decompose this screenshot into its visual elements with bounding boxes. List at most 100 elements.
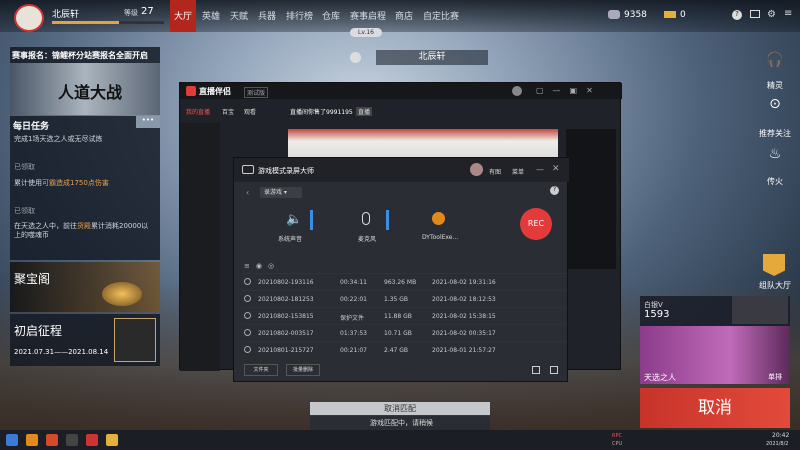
app-source-icon (432, 212, 445, 225)
recorder-tool-2[interactable]: 菜单 (512, 167, 524, 176)
tab-lobby[interactable]: 大厅 (174, 9, 192, 22)
right-item-spirit[interactable]: 精灵 (752, 80, 798, 91)
taskbar (0, 430, 800, 450)
tray-sys: CPU (612, 441, 623, 447)
streamer-app-name: 直播伴侣 (199, 87, 231, 96)
streamer-window-controls[interactable]: ▢—▣✕ (536, 86, 602, 95)
recording-row[interactable]: 20210802-181253 00:22:01 1.35 GB 2021-08-02… (242, 290, 567, 307)
windows-start-icon[interactable] (6, 434, 18, 446)
first-journey-panel[interactable]: 初启征程 2021.07.31——2021.08.14 (10, 314, 160, 366)
streamer-logo-icon (186, 86, 196, 96)
recorder-title: 游戏模式录屏大师 (258, 167, 314, 175)
streamer-tab-3[interactable]: 观看 (244, 107, 256, 116)
audio-label-mic: 麦克风 (358, 236, 377, 243)
bow-icon (114, 318, 156, 362)
tab-shop[interactable]: 商店 (395, 9, 413, 22)
cancel-match-button[interactable]: 取消匹配 (310, 402, 490, 415)
preview-frame (288, 129, 558, 159)
back-icon[interactable]: ‹ (246, 188, 249, 197)
level-label: 等级 (124, 9, 138, 17)
gear-icon[interactable]: ⚙ (767, 9, 776, 20)
row-radio[interactable] (244, 329, 251, 336)
currency-1: 9358 (624, 10, 647, 20)
username: 北辰轩 (52, 10, 80, 20)
streamer-badge: 测试版 (244, 87, 269, 98)
exp-bar (52, 21, 164, 24)
event-banner[interactable]: 赛事报名：锦鲤杯分站赛报名全面开启 人道大战 (10, 47, 160, 115)
help-icon[interactable]: ? (732, 10, 742, 20)
tab-warehouse[interactable]: 仓库 (322, 9, 340, 22)
open-folder-button[interactable]: 文件夹 (244, 364, 278, 376)
camera-icon (242, 165, 254, 174)
export-icon[interactable] (550, 366, 558, 374)
fire-icon[interactable]: ♨ (760, 146, 790, 162)
right-item-recommend[interactable]: 推荐关注 (752, 128, 798, 139)
taskbar-app-1-icon[interactable] (26, 434, 38, 446)
recorder-user-avatar[interactable] (470, 163, 483, 176)
close-icon[interactable]: ✕ (552, 164, 560, 174)
help-circle-icon[interactable]: ? (550, 186, 559, 195)
row-radio[interactable] (244, 346, 251, 353)
streamer-tab-1[interactable]: 我的直播 (186, 107, 210, 116)
level-value: 27 (141, 6, 154, 17)
task-2-text: 累计使用可霸造成1750点伤害 (14, 179, 109, 187)
menu-icon[interactable]: ≡ (784, 8, 792, 19)
streamer-user-avatar[interactable] (512, 86, 522, 96)
row-radio[interactable] (244, 278, 251, 285)
event-brand: 人道大战 (58, 83, 123, 102)
tab-weapon[interactable]: 兵器 (258, 9, 276, 22)
taskbar-app-4-icon[interactable] (106, 434, 118, 446)
jubao-panel[interactable]: 聚宝阁 (10, 262, 160, 312)
currency-2: 0 (680, 10, 686, 20)
journey-dates: 2021.07.31——2021.08.14 (14, 348, 109, 356)
speaker-level[interactable] (310, 210, 313, 230)
mode-type: 单排 (768, 373, 782, 381)
recommend-icon[interactable]: ⊙ (760, 96, 790, 112)
mic-level[interactable] (386, 210, 389, 230)
top-bar: 北辰轩 等级 27 大厅 英雄 天赋 兵器 排行榜 仓库 赛事启程 商店 自定比… (0, 0, 800, 32)
matching-text: 游戏匹配中，请稍候 (370, 419, 433, 427)
taskbar-app-3-icon[interactable] (86, 434, 98, 446)
refresh-icon[interactable] (350, 52, 361, 63)
player-avatar[interactable] (14, 4, 44, 32)
more-button[interactable]: ••• (136, 116, 160, 128)
event-title: 赛事报名：锦鲤杯分站赛报名全面开启 (12, 51, 148, 60)
task-1-text: 完成1场天选之人或无尽试炼 (14, 135, 103, 143)
tab-ranking[interactable]: 排行榜 (286, 9, 313, 22)
recording-row[interactable]: 20210801-215727 00:21:07 2.47 GB 2021-08-01… (242, 341, 567, 358)
minimize-icon[interactable]: — (536, 165, 544, 174)
jubao-title: 聚宝阁 (14, 272, 51, 286)
headset-icon[interactable]: 🎧 (760, 52, 790, 68)
row-radio[interactable] (244, 312, 251, 319)
tab-talent[interactable]: 天赋 (230, 9, 248, 22)
center-player-name: 北辰轩 (376, 50, 488, 65)
tab-events[interactable]: 赛事启程 (350, 9, 386, 22)
clock-time: 20:42 (772, 432, 790, 439)
row-radio[interactable] (244, 295, 251, 302)
recording-row[interactable]: 20210802-153815 保护文件 11.88 GB 2021-08-02 15… (242, 307, 567, 324)
clock-date: 2021/8/2 (766, 441, 789, 447)
streamer-tab-2[interactable]: 百宝 (222, 107, 234, 116)
rec-button[interactable]: REC (520, 208, 552, 240)
match-status-bar: 游戏匹配中，请稍候 (310, 416, 490, 430)
tab-hero[interactable]: 英雄 (202, 9, 220, 22)
gold-icon (664, 11, 676, 18)
mail-icon[interactable] (750, 10, 760, 18)
right-item-team[interactable]: 组队大厅 (752, 280, 798, 291)
task-2-state: 已领取 (14, 207, 35, 215)
tray-net: RPC (612, 433, 622, 439)
taskbar-camera-icon[interactable] (66, 434, 78, 446)
recording-row[interactable]: 20210802-193116 00:34:11 963.26 MB 2021-08-… (242, 273, 567, 290)
taskbar-app-2-icon[interactable] (46, 434, 58, 446)
right-item-fire[interactable]: 传火 (752, 176, 798, 187)
rank-card[interactable]: 白银V 1593 天选之人 单排 (640, 296, 790, 384)
tab-custom-match[interactable]: 自定比赛 (423, 9, 459, 22)
recording-row[interactable]: 20210802-003517 01:37:53 10.71 GB 2021-08-0… (242, 324, 567, 341)
mode-select[interactable]: 录游戏 ▾ (260, 187, 302, 198)
streamer-sidebar (180, 123, 220, 371)
batch-delete-button[interactable]: 批量删除 (286, 364, 320, 376)
recorder-tool-1[interactable]: 有图 (489, 167, 501, 176)
list-view-icons[interactable]: ≡◉◎ (244, 262, 280, 270)
folder-icon[interactable] (532, 366, 540, 374)
big-cancel-button[interactable]: 取消 (640, 388, 790, 428)
